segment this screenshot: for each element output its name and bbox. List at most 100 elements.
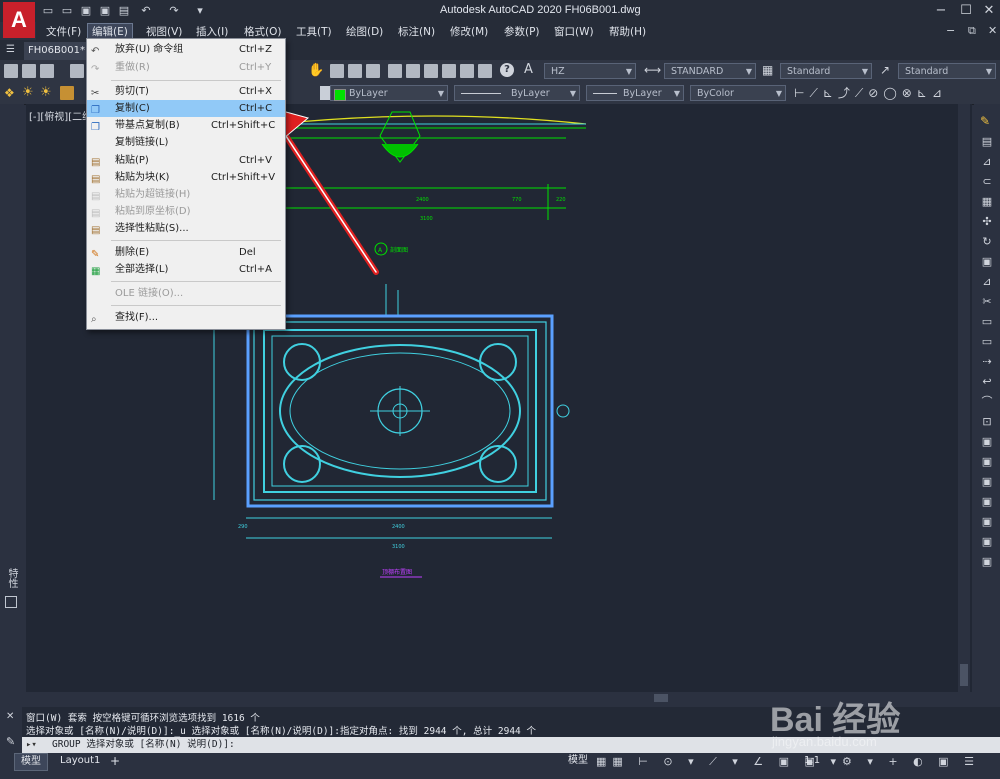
menu-item-undo[interactable]: ↶ 放弃(U) 命令组 Ctrl+Z <box>87 41 285 58</box>
mleader-style-select[interactable]: Standard ▼ <box>898 63 996 79</box>
menu-separator <box>111 281 281 282</box>
title-bar: ▭ ▭ ▣ ▣ ▤ ↶ ↷ ▾ Autodesk AutoCAD 2020 FH… <box>0 0 1000 22</box>
color-select[interactable]: ByLayer ▼ <box>330 85 448 101</box>
minimize-icon[interactable]: − <box>930 2 952 20</box>
toolbar-save-icon[interactable] <box>40 64 54 78</box>
menu-item-label: 剪切(T) <box>115 86 149 97</box>
tab-model[interactable]: 模型 <box>14 753 48 771</box>
customize-qa-icon[interactable]: ▾ <box>194 5 206 16</box>
menu-item-find[interactable]: ⌕ 查找(F)... <box>87 309 285 326</box>
menu-tools[interactable]: 工具(T) <box>296 24 332 39</box>
command-search-icon[interactable]: ▸▾ <box>26 737 37 753</box>
layer-lock-icon[interactable] <box>60 86 74 100</box>
lineweight-sample <box>593 93 617 94</box>
tab-layout1[interactable]: Layout1 <box>54 753 106 769</box>
app-menu-button[interactable]: A <box>3 2 35 38</box>
new-icon[interactable]: ▭ <box>42 5 54 16</box>
redo-icon: ↷ <box>91 64 100 75</box>
menu-item-select-all[interactable]: ▦ 全部选择(L) Ctrl+A <box>87 261 285 278</box>
modify-tools-icons[interactable]: ▤ ⊿ ⊂ ▦ ✣ ↻ ▣ ⊿ ✂ ▭ ▭ ⇢ ↩ ⌒ ⊡ ▣ ▣ ▣ ▣ ▣ ▣ ▣ <box>980 132 994 572</box>
edit-menu-dropdown: ↶ 放弃(U) 命令组 Ctrl+Z ↷ 重做(R) Ctrl+Y ✂ 剪切(T) Ctrl… <box>86 38 286 330</box>
open-icon[interactable]: ▭ <box>61 5 73 16</box>
menu-item-copy-link[interactable]: 复制链接(L) <box>87 134 285 151</box>
layer-freeze-icon[interactable]: ☀ <box>40 85 52 100</box>
save-icon[interactable]: ▣ <box>80 5 92 16</box>
menu-window[interactable]: 窗口(W) <box>554 24 594 39</box>
menu-help[interactable]: 帮助(H) <box>609 24 646 39</box>
zoom-previous-icon[interactable] <box>366 64 380 78</box>
menu-item-cut[interactable]: ✂ 剪切(T) Ctrl+X <box>87 83 285 100</box>
menu-item-redo[interactable]: ↷ 重做(R) Ctrl+Y <box>87 59 285 76</box>
vertical-scrollbar[interactable] <box>958 104 970 692</box>
menu-insert[interactable]: 插入(I) <box>196 24 228 39</box>
layer-properties-icon[interactable]: ❖ <box>4 86 15 100</box>
pan-icon[interactable]: ✋ <box>308 63 324 78</box>
palette-icon[interactable] <box>5 596 17 608</box>
text-style-icon: A <box>524 62 533 77</box>
hscroll-thumb[interactable] <box>654 694 668 702</box>
properties-palette-tab[interactable]: 特性 <box>4 568 19 588</box>
menu-item-label: 放弃(U) 命令组 <box>115 44 184 55</box>
toolbar-print-icon[interactable] <box>70 64 84 78</box>
quickcalc-icon[interactable] <box>478 64 492 78</box>
markup-icon[interactable] <box>460 64 474 78</box>
text-style-select[interactable]: HZ ▼ <box>544 63 636 79</box>
brush-icon[interactable]: ✎ <box>980 114 994 128</box>
menu-view[interactable]: 视图(V) <box>146 24 182 39</box>
chevron-down-icon: ▼ <box>569 89 576 98</box>
dim-style-select[interactable]: STANDARD ▼ <box>664 63 756 79</box>
undo-icon[interactable]: ↶ <box>140 5 152 16</box>
model-space-label[interactable]: 模型 <box>562 753 594 769</box>
dimension-toolbar[interactable]: ⊢⟋⊾⤴⟋⊘◯⊗⊾⊿ <box>794 84 947 101</box>
maximize-icon[interactable]: ☐ <box>955 2 977 20</box>
tool-palettes-icon[interactable] <box>424 64 438 78</box>
menu-format[interactable]: 格式(O) <box>244 24 281 39</box>
linetype-select[interactable]: ByLayer ▼ <box>454 85 580 101</box>
doc-minimize-icon[interactable]: − <box>946 24 955 37</box>
tab-document[interactable]: FH06B001* <box>24 42 90 60</box>
menu-item-erase[interactable]: ✎ 删除(E) Del <box>87 244 285 261</box>
modify-toolbar: ✎ ▤ ⊿ ⊂ ▦ ✣ ↻ ▣ ⊿ ✂ ▭ ▭ ⇢ ↩ ⌒ ⊡ ▣ ▣ ▣ ▣ ▣ ▣ ▣ <box>974 104 1000 704</box>
menu-item-ole-links[interactable]: OLE 链接(O)... <box>87 285 285 302</box>
viewport-controls[interactable]: [-][俯视][二维 <box>29 108 92 123</box>
menu-file[interactable]: 文件(F) <box>46 24 81 39</box>
layer-on-icon[interactable]: ☀ <box>22 85 34 100</box>
redo-icon[interactable]: ↷ <box>168 5 180 16</box>
doc-restore-icon[interactable]: ⧉ <box>968 24 976 38</box>
zoom-realtime-icon[interactable] <box>330 64 344 78</box>
menu-item-label: 带基点复制(B) <box>115 120 180 131</box>
select-all-icon: ▦ <box>91 266 101 277</box>
toolbar-open-icon[interactable] <box>22 64 36 78</box>
menu-item-copy-basepoint[interactable]: ❐ 带基点复制(B) Ctrl+Shift+C <box>87 117 285 134</box>
start-tab-icon[interactable]: ☰ <box>6 44 18 56</box>
table-style-select[interactable]: Standard ▼ <box>780 63 872 79</box>
menu-modify[interactable]: 修改(M) <box>450 24 488 39</box>
help-icon[interactable]: ? <box>500 63 514 77</box>
menu-dimension[interactable]: 标注(N) <box>398 24 435 39</box>
menu-item-label: 粘贴为超链接(H) <box>115 189 191 200</box>
menu-item-copy[interactable]: ❐ 复制(C) Ctrl+C <box>87 100 285 117</box>
close-command-icon[interactable]: ✕ <box>6 711 14 722</box>
menu-separator <box>111 80 281 81</box>
print-icon[interactable]: ▤ <box>118 5 130 16</box>
menu-parametric[interactable]: 参数(P) <box>504 24 540 39</box>
menu-item-paste[interactable]: ▤ 粘贴(P) Ctrl+V <box>87 152 285 169</box>
zoom-window-icon[interactable] <box>348 64 362 78</box>
menu-item-paste-special[interactable]: ▤ 选择性粘贴(S)... <box>87 220 285 237</box>
lineweight-select[interactable]: ByLayer ▼ <box>586 85 684 101</box>
save-as-icon[interactable]: ▣ <box>99 5 111 16</box>
plot-style-select[interactable]: ByColor ▼ <box>690 85 786 101</box>
menu-item-paste-original[interactable]: ▤ 粘贴到原坐标(D) <box>87 203 285 220</box>
doc-close-icon[interactable]: ✕ <box>988 24 997 37</box>
toolbar-new-icon[interactable] <box>4 64 18 78</box>
customize-command-icon[interactable]: ✎ <box>6 735 15 748</box>
table-style-value: Standard <box>787 66 831 77</box>
menu-draw[interactable]: 绘图(D) <box>346 24 383 39</box>
properties-icon[interactable] <box>388 64 402 78</box>
sheet-set-icon[interactable] <box>442 64 456 78</box>
add-layout-icon[interactable]: + <box>104 753 126 769</box>
menu-item-paste-block[interactable]: ▤ 粘贴为块(K) Ctrl+Shift+V <box>87 169 285 186</box>
close-icon[interactable]: ✕ <box>978 2 1000 20</box>
design-center-icon[interactable] <box>406 64 420 78</box>
menu-item-paste-hyperlink[interactable]: ▤ 粘贴为超链接(H) <box>87 186 285 203</box>
